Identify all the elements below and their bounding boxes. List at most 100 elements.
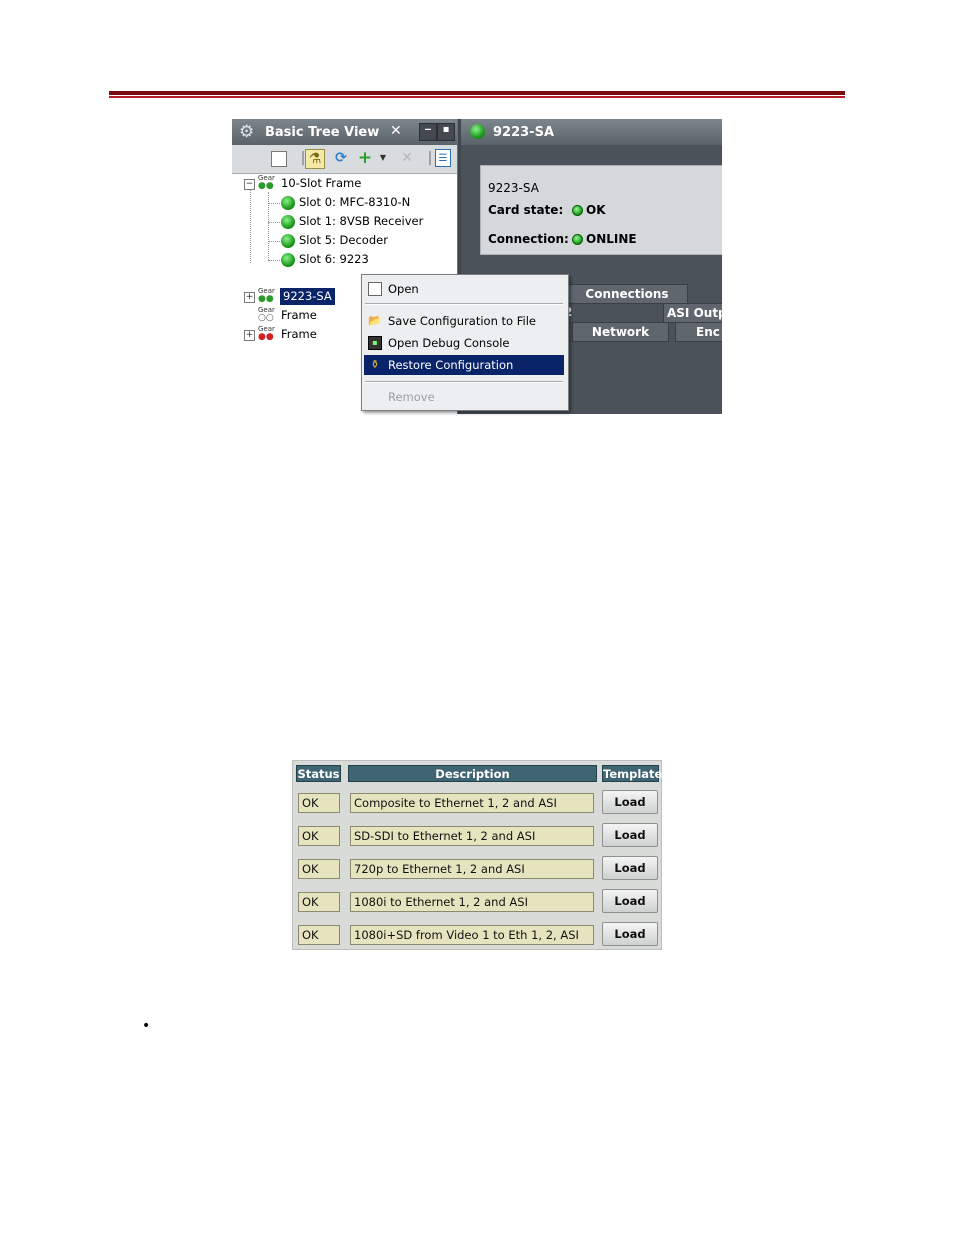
tree-connector — [268, 260, 282, 261]
description-cell: Composite to Ethernet 1, 2 and ASI — [350, 793, 594, 813]
tab-connections[interactable]: Connections — [566, 284, 688, 304]
tree-node-9223-sa[interactable]: 9223-SA — [280, 288, 335, 305]
status-column-header: Status — [296, 765, 341, 782]
load-button[interactable]: Load — [602, 856, 658, 880]
tree-node-label: 10-Slot Frame — [281, 176, 362, 190]
status-led-icon — [572, 234, 583, 245]
expand-icon[interactable]: + — [244, 292, 255, 303]
collapse-icon[interactable]: − — [244, 179, 255, 190]
tree-view-titlebar: ⚙ Basic Tree View ✕ ‒ ▪ — [232, 119, 457, 145]
menu-item-save-configuration[interactable]: 📂 Save Configuration to File — [364, 311, 564, 331]
frame-icon: Gear ●● — [258, 288, 278, 304]
tree-node-label: Frame — [281, 327, 317, 341]
discovery-icon[interactable]: ⚗ — [305, 149, 325, 169]
tab-network[interactable]: Network — [572, 322, 669, 342]
tree-node-label: Slot 6: 9223 — [299, 252, 369, 266]
maximize-button[interactable]: ▪ — [437, 123, 455, 141]
description-cell: 1080i+SD from Video 1 to Eth 1, 2, ASI — [350, 925, 594, 945]
open-icon — [368, 282, 382, 296]
connection-row: Connection: ONLINE — [488, 232, 637, 246]
tree-connector — [250, 188, 251, 263]
tab-encoder[interactable]: Enc — [675, 322, 722, 342]
card-titlebar: 9223-SA — [461, 119, 722, 145]
tree-connector — [268, 203, 282, 204]
save-folder-icon: 📂 — [368, 314, 382, 327]
frame-status-dots: ●● — [258, 294, 274, 304]
expand-icon[interactable]: + — [244, 330, 255, 341]
tree-node-10-slot-frame[interactable]: 10-Slot Frame — [281, 175, 361, 192]
menu-item-remove: Remove — [364, 387, 564, 407]
frame-status-dots: ●● — [258, 332, 274, 342]
tree-view-title: Basic Tree View — [265, 125, 380, 140]
description-cell: 720p to Ethernet 1, 2 and ASI — [350, 859, 594, 879]
add-dropdown-chevron-down-icon[interactable]: ▼ — [374, 149, 392, 167]
menu-item-label: Restore Configuration — [388, 358, 514, 372]
status-cell: OK — [298, 892, 340, 912]
tree-node-label: Frame — [281, 308, 317, 322]
status-led-icon — [572, 205, 583, 216]
status-cell: OK — [298, 793, 340, 813]
menu-separator — [365, 303, 563, 305]
load-button[interactable]: Load — [602, 823, 658, 847]
tree-node-slot-1[interactable]: Slot 1: 8VSB Receiver — [281, 213, 423, 230]
connection-value: ONLINE — [586, 232, 637, 246]
add-icon[interactable]: + — [356, 149, 374, 167]
new-window-icon[interactable] — [271, 151, 287, 167]
menu-item-label: Save Configuration to File — [388, 314, 536, 328]
card-state-value: OK — [586, 203, 606, 217]
tab-label: Network — [591, 325, 650, 339]
minimize-button[interactable]: ‒ — [419, 123, 437, 141]
tab-asi-output[interactable]: ASI Outp — [663, 303, 722, 323]
menu-item-label: Remove — [388, 390, 435, 404]
status-led-icon — [281, 233, 295, 248]
card-state-label: Card state: — [488, 203, 564, 217]
frame-status-dots: ●● — [258, 181, 274, 191]
tree-node-label: Slot 5: Decoder — [299, 233, 388, 247]
tree-options-icon[interactable]: ☰ — [435, 149, 451, 167]
status-led-icon — [281, 195, 295, 210]
tab-label: ASI Outp — [667, 306, 722, 320]
description-cell: SD-SDI to Ethernet 1, 2 and ASI — [350, 826, 594, 846]
tree-node-label: Slot 0: MFC-8310-N — [299, 195, 411, 209]
tab-label: Connections — [585, 287, 669, 301]
template-column-header: Template — [602, 765, 663, 782]
status-cell: OK — [298, 826, 340, 846]
menu-item-label: Open Debug Console — [388, 336, 510, 350]
header-rule-accent — [109, 96, 845, 98]
delete-icon: ✕ — [401, 150, 413, 166]
close-icon[interactable]: ✕ — [390, 123, 402, 139]
menu-item-label: Open — [388, 282, 419, 296]
tree-node-frame[interactable]: Frame — [281, 326, 317, 343]
card-status-box: 9223-SA Card state: OK Connection: ONLIN… — [480, 165, 722, 255]
tree-node-frame[interactable]: Frame — [281, 307, 317, 324]
menu-item-open-debug-console[interactable]: ▪ Open Debug Console — [364, 333, 564, 353]
header-rule — [109, 91, 845, 95]
frame-icon: Gear ●● — [258, 175, 278, 191]
card-state-indicator: OK — [572, 203, 606, 217]
gear-icon: ⚙ — [239, 122, 255, 142]
load-button[interactable]: Load — [602, 922, 658, 946]
menu-item-restore-configuration[interactable]: ⚱ Restore Configuration — [364, 355, 564, 375]
status-led-icon — [281, 214, 295, 229]
tree-node-slot-6[interactable]: Slot 6: 9223 — [281, 251, 369, 268]
connection-label: Connection: — [488, 232, 569, 246]
menu-item-open[interactable]: Open — [364, 279, 564, 299]
card-title: 9223-SA — [493, 125, 555, 140]
description-cell: 1080i to Ethernet 1, 2 and ASI — [350, 892, 594, 912]
tree-node-slot-0[interactable]: Slot 0: MFC-8310-N — [281, 194, 410, 211]
status-led-icon — [281, 252, 295, 267]
load-button[interactable]: Load — [602, 889, 658, 913]
frame-icon: Gear ○○ — [258, 307, 278, 323]
refresh-icon[interactable]: ⟳ — [332, 149, 350, 167]
load-button[interactable]: Load — [602, 790, 658, 814]
card-name: 9223-SA — [488, 181, 539, 195]
tree-node-label: Slot 1: 8VSB Receiver — [299, 214, 424, 228]
bullet-point: • — [142, 1018, 151, 1034]
status-cell: OK — [298, 925, 340, 945]
tree-node-slot-5[interactable]: Slot 5: Decoder — [281, 232, 388, 249]
frame-status-dots: ○○ — [258, 313, 274, 323]
console-icon: ▪ — [368, 336, 382, 350]
connection-indicator: ONLINE — [572, 232, 637, 246]
frame-icon: Gear ●● — [258, 326, 278, 342]
status-led-icon — [470, 124, 485, 139]
